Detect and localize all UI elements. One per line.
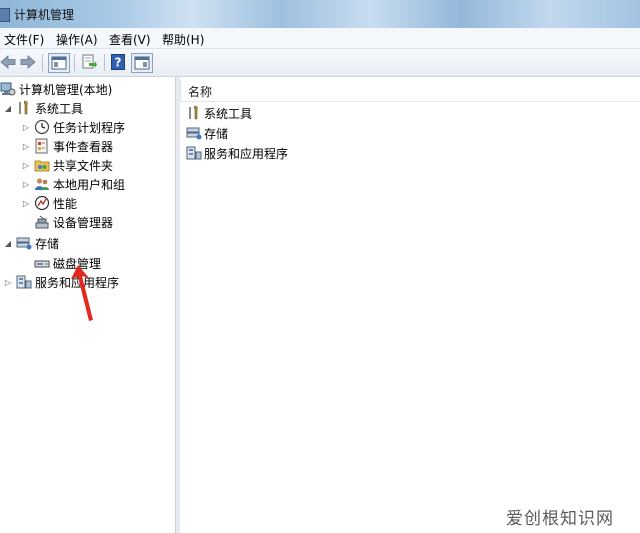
services-applications-icon [16,275,32,289]
back-button[interactable] [0,53,16,71]
tree-item-label: 事件查看器 [53,139,114,154]
tree-item-event-viewer[interactable]: ▷ 事件查看器 [22,137,113,155]
list-item-label: 系统工具 [204,106,253,121]
tree-item-label: 设备管理器 [53,215,114,230]
column-header-name[interactable]: 名称 [180,79,640,102]
tree-item-shared-folders[interactable]: ▷ 共享文件夹 [22,156,113,174]
red-annotation-arrow [71,265,93,321]
forward-arrow-icon [20,55,36,69]
menu-file[interactable]: 文件(F) [4,31,44,48]
services-applications-icon [186,146,202,160]
menu-bar: 文件(F) 操作(A) 查看(V) 帮助(H) [0,28,640,49]
computer-management-icon [0,82,16,96]
computer-management-icon [0,8,10,22]
tree-item-performance[interactable]: ▷ 性能 [22,194,77,212]
tree-item-computer-management[interactable]: 计算机管理(本地) [0,80,112,98]
console-tree-icon [51,56,67,70]
shared-folder-icon [34,160,50,172]
system-tools-icon [189,105,198,120]
clock-icon [34,119,50,135]
tree-item-label: 系统工具 [35,101,84,116]
menu-action[interactable]: 操作(A) [56,31,98,48]
menu-view[interactable]: 查看(V) [109,31,151,48]
help-button[interactable]: ? [110,53,126,71]
toolbar-separator [42,54,43,71]
list-item-storage[interactable]: 存储 [186,124,228,142]
export-list-button[interactable] [80,53,98,71]
column-header-label: 名称 [188,85,213,99]
expand-triangle-icon[interactable]: ▷ [22,180,30,189]
performance-icon [34,195,50,211]
title-bar: 计算机管理 [0,0,640,28]
list-view: 名称 系统工具 存储 服务和应用程序 [180,77,640,533]
action-pane-icon [134,56,150,70]
column-divider [180,79,181,101]
expand-triangle-icon[interactable]: ▷ [22,142,30,151]
expand-triangle-icon[interactable]: ▷ [22,123,30,132]
back-arrow-icon [0,55,16,69]
tree-item-label: 存储 [35,236,60,251]
list-item-label: 存储 [204,126,229,141]
tree-item-system-tools[interactable]: ◢ 系统工具 [4,99,83,117]
storage-icon [186,127,202,140]
watermark: 爱创根知识网 [506,509,614,529]
tree-item-device-manager[interactable]: 设备管理器 [34,213,113,231]
show-hide-console-tree-button[interactable] [48,53,70,73]
svg-text:?: ? [115,56,122,70]
tree-item-task-scheduler[interactable]: ▷ 任务计划程序 [22,118,125,136]
tree-item-label: 计算机管理(本地) [19,82,113,97]
tree-item-label: 任务计划程序 [53,120,126,135]
list-item-services-applications[interactable]: 服务和应用程序 [186,144,288,162]
list-item-label: 服务和应用程序 [204,146,289,161]
disk-management-icon [34,260,50,268]
users-icon [35,178,49,190]
expand-triangle-icon[interactable]: ▷ [22,199,30,208]
toolbar: ? [0,49,640,77]
menu-help[interactable]: 帮助(H) [162,31,204,48]
show-hide-action-pane-button[interactable] [131,53,153,73]
forward-button[interactable] [20,53,36,71]
event-viewer-icon [35,138,48,154]
toolbar-separator [104,54,105,71]
storage-icon [16,237,32,250]
device-manager-icon [35,215,49,229]
expand-triangle-icon[interactable]: ▷ [22,161,30,170]
tree-item-storage[interactable]: ◢ 存储 [4,234,59,252]
expand-triangle-icon[interactable]: ▷ [4,278,12,287]
collapse-triangle-icon[interactable]: ◢ [4,239,12,248]
tree-item-label: 本地用户和组 [53,177,126,192]
tree-item-local-users-groups[interactable]: ▷ 本地用户和组 [22,175,125,193]
window-title: 计算机管理 [14,8,75,22]
toolbar-separator [74,54,75,71]
help-icon: ? [111,54,125,70]
list-item-system-tools[interactable]: 系统工具 [186,104,252,122]
collapse-triangle-icon[interactable]: ◢ [4,104,12,113]
export-list-icon [82,54,97,69]
tree-item-label: 性能 [53,196,78,211]
system-tools-icon [19,100,28,115]
tree-item-label: 共享文件夹 [53,158,114,173]
